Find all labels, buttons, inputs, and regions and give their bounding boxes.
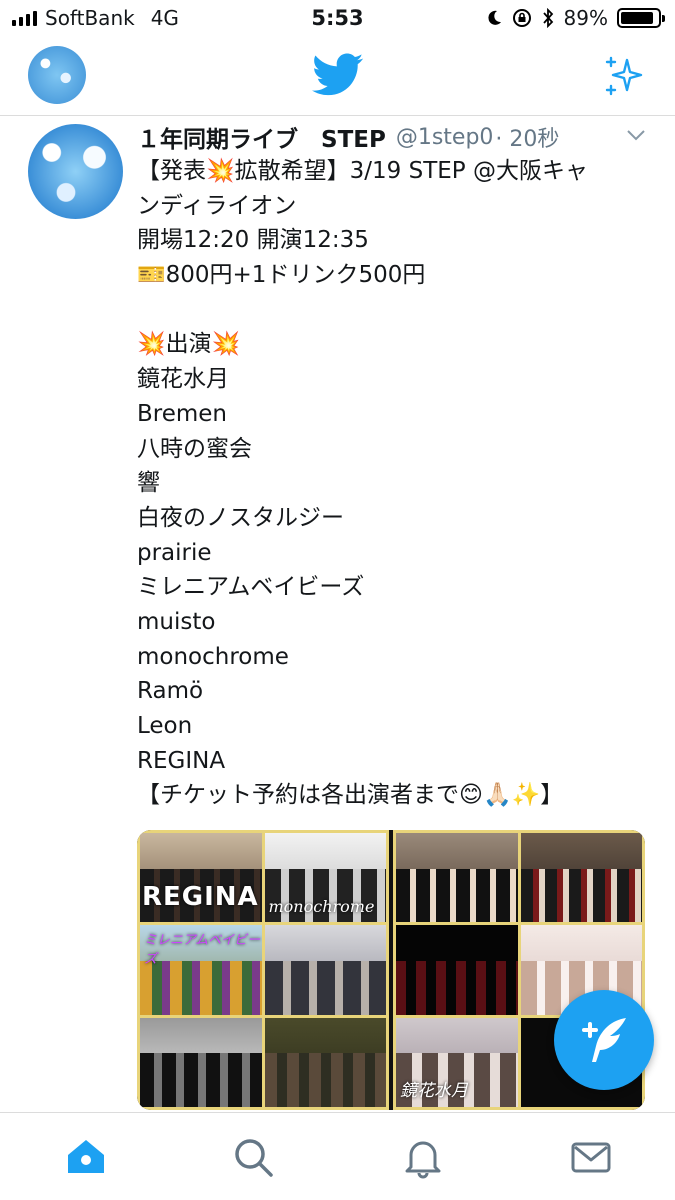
photo-group: [140, 1017, 262, 1107]
tweet-line: ミレニアムベイビーズ: [137, 574, 365, 601]
tweet-header: １年同期ライブ STEP @1step0 · 20秒: [137, 120, 657, 154]
tweet-line: 💥出演💥: [137, 331, 241, 358]
rotation-lock-icon: [512, 9, 531, 27]
tweet-author-avatar[interactable]: [28, 124, 123, 219]
photo-monochrome: monochrome: [264, 833, 386, 923]
tweet-line: Ramö: [137, 678, 204, 705]
tweet-text: 【発表💥拡散希望】3/19 STEP @大阪キャ ンディライオン 開場12:20…: [137, 154, 657, 813]
tweet-line: 鏡花水月: [137, 366, 229, 393]
messages-icon[interactable]: [569, 1135, 613, 1179]
tweet-time: · 20秒: [495, 127, 560, 152]
moon-icon: [487, 10, 501, 25]
photo-millennium-babies: ミレニアムベイビーズ: [140, 925, 262, 1015]
photo-group: [264, 1017, 386, 1107]
tweet-line: 八時の蜜会: [137, 435, 252, 462]
tweet-line: 開場12:20 開演12:35: [137, 227, 369, 254]
photo-group: [396, 833, 518, 923]
battery-percent: 89%: [563, 6, 608, 30]
chevron-down-icon[interactable]: [625, 124, 647, 146]
photo-label: monochrome: [268, 897, 375, 917]
notifications-icon[interactable]: [401, 1135, 445, 1179]
bottom-tab-bar: [0, 1112, 675, 1200]
twitter-bird-icon: [312, 53, 364, 96]
media-image-left[interactable]: REGINA monochrome ミレニアムベイビーズ: [137, 830, 389, 1110]
photo-group: [396, 925, 518, 1015]
compose-tweet-button[interactable]: [554, 990, 654, 1090]
tweet-line: [137, 293, 657, 328]
tweet-line: monochrome: [137, 643, 289, 670]
photo-label: REGINA: [142, 882, 259, 913]
photo-kyoka-suigetsu: 鏡花水月: [396, 1017, 518, 1107]
author-handle[interactable]: @1step0: [396, 125, 494, 150]
tweet-line: 響: [137, 470, 160, 497]
author-name[interactable]: １年同期ライブ STEP: [137, 120, 386, 154]
bluetooth-icon: [542, 8, 553, 28]
tweet-line: 白夜のノスタルジー: [137, 504, 344, 531]
profile-avatar[interactable]: [28, 46, 86, 104]
compose-feather-icon: [582, 1018, 626, 1062]
status-right: 89%: [485, 6, 665, 30]
tweet-line: 【チケット予約は各出演者まで😊🙏🏻✨】: [137, 782, 564, 809]
sparkle-icon[interactable]: [603, 54, 647, 98]
tweet-line: muisto: [137, 608, 216, 635]
tweet-line: ンディライオン: [137, 192, 297, 219]
photo-label: ミレニアムベイビーズ: [144, 933, 261, 968]
battery-icon: [617, 8, 665, 28]
top-nav-bar: [0, 38, 675, 116]
photo-regina: REGINA: [140, 833, 262, 923]
status-bar: SoftBank 4G 5:53 89%: [0, 0, 675, 38]
search-icon[interactable]: [231, 1135, 275, 1179]
tweet-line: Bremen: [137, 400, 228, 427]
photo-label: 鏡花水月: [400, 1081, 468, 1101]
home-icon[interactable]: [64, 1135, 108, 1179]
tweet-line: REGINA: [137, 747, 226, 774]
tweet-line: Leon: [137, 713, 193, 739]
photo-group: [520, 833, 642, 923]
tweet-line: 【発表💥拡散希望】3/19 STEP @大阪キャ: [137, 158, 588, 184]
tweet-line: prairie: [137, 539, 212, 566]
photo-group: [264, 925, 386, 1015]
tweet-line: 🎫800円+1ドリンク500円: [137, 262, 426, 289]
